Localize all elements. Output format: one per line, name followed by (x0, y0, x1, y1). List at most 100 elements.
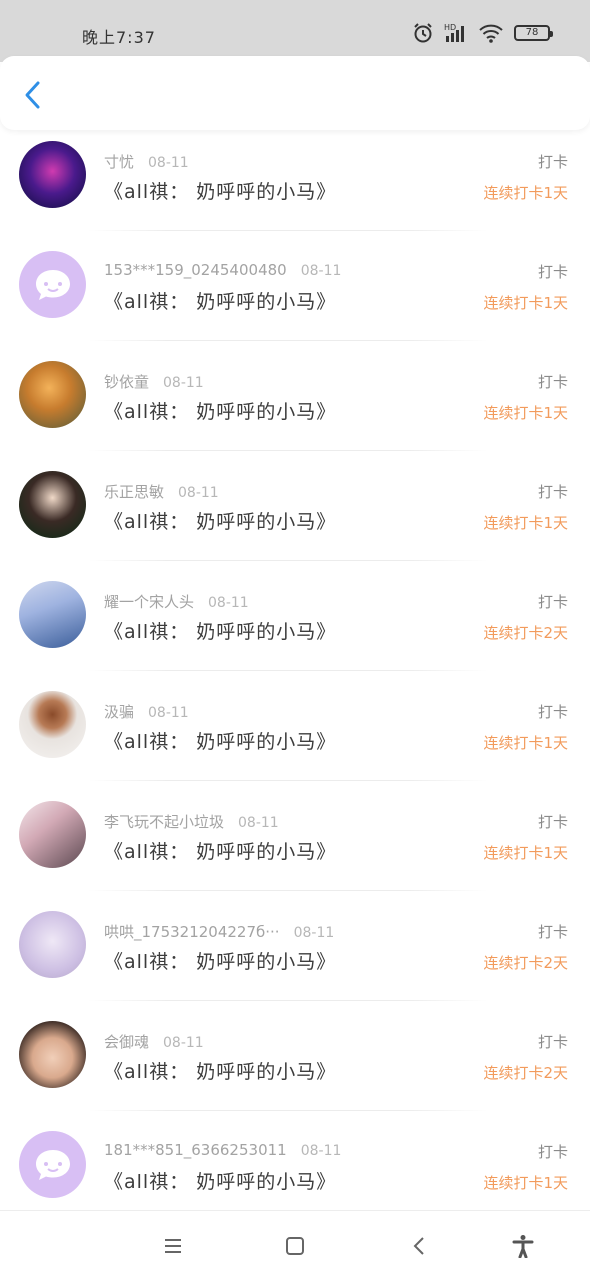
divider (88, 340, 488, 341)
username-text: 会御魂 (104, 1033, 150, 1051)
system-nav-bar (0, 1210, 590, 1280)
list-item[interactable]: 哄哄_175321204227б··· 08-11 《all祺： 奶呼呼的小马》 打卡… (0, 900, 590, 1010)
list-item[interactable]: 会御魂 08-11 《all祺： 奶呼呼的小马》 打卡连续打卡2天 (0, 1010, 590, 1120)
list-item[interactable]: 寸忧 08-11 《all祺： 奶呼呼的小马》 打卡连续打卡1天 (0, 130, 590, 240)
avatar[interactable] (19, 361, 86, 428)
header-bar (0, 56, 590, 130)
streak-badge: 连续打卡1天 (483, 844, 568, 862)
book-title[interactable]: 《all祺： 奶呼呼的小马》 (104, 287, 336, 314)
punch-date: 08-11 (163, 1035, 204, 1051)
list-item[interactable]: 153***159_0245400480 08-11 《all祺： 奶呼呼的小马》 打… (0, 240, 590, 350)
divider (88, 890, 488, 891)
username-text: 寸忧 (104, 153, 135, 171)
book-title[interactable]: 《all祺： 奶呼呼的小马》 (104, 1057, 336, 1084)
streak-badge: 连续打卡1天 (483, 734, 568, 752)
chat-bubble-icon (35, 1149, 70, 1180)
username: 乐正思敏 08-11 (104, 481, 219, 502)
book-title[interactable]: 《all祺： 奶呼呼的小马》 (104, 397, 336, 424)
punch-label: 打卡 (537, 923, 568, 941)
username-text: 李飞玩不起小垃圾 (104, 813, 225, 831)
streak-badge: 连续打卡1天 (483, 184, 568, 202)
book-title[interactable]: 《all祺： 奶呼呼的小马》 (104, 1167, 336, 1194)
book-title[interactable]: 《all祺： 奶呼呼的小马》 (104, 617, 336, 644)
list-item[interactable]: 钞依童 08-11 《all祺： 奶呼呼的小马》 打卡连续打卡1天 (0, 350, 590, 460)
username: 寸忧 08-11 (104, 151, 189, 172)
nav-back-button[interactable] (406, 1233, 432, 1259)
divider (88, 780, 488, 781)
username-text: 耀一个宋人头 (104, 593, 195, 611)
username: 会御魂 08-11 (104, 1031, 204, 1052)
punch-label: 打卡 (537, 703, 568, 721)
streak-badge: 连续打卡1天 (483, 294, 568, 312)
streak-badge: 连续打卡1天 (483, 1174, 568, 1192)
list-item[interactable]: 乐正思敏 08-11 《all祺： 奶呼呼的小马》 打卡连续打卡1天 (0, 460, 590, 570)
username-text: 哄哄_175321204227б··· (104, 923, 280, 941)
username-text: 153***159_0245400480 (104, 261, 287, 279)
list-item[interactable]: 耀一个宋人头 08-11 《all祺： 奶呼呼的小马》 打卡 连续打卡2天 (0, 570, 590, 680)
avatar[interactable] (19, 691, 86, 758)
username-text: 钞依童 (104, 373, 150, 391)
punch-label: 打卡 (537, 1033, 568, 1051)
username-text: 乐正思敏 (104, 483, 165, 501)
avatar[interactable] (19, 581, 86, 648)
avatar[interactable] (19, 471, 86, 538)
status-icons: HD 78 (412, 22, 553, 44)
menu-button[interactable] (160, 1233, 186, 1259)
streak-badge: 连续打卡1天 (483, 514, 568, 532)
list-item[interactable]: 李飞玩不起小垃圾 08-11 《all祺： 奶呼呼的小马》 打卡 连续打卡1天 (0, 790, 590, 900)
username: 李飞玩不起小垃圾 08-11 (104, 811, 279, 832)
chevron-left-icon (25, 81, 40, 109)
menu-icon (165, 1239, 181, 1253)
chat-bubble-icon (35, 269, 70, 300)
avatar[interactable] (19, 1131, 86, 1198)
username: 耀一个宋人头 08-11 (104, 591, 249, 612)
book-title[interactable]: 《all祺： 奶呼呼的小马》 (104, 507, 336, 534)
status-time: 晚上7:37 (82, 28, 156, 47)
punch-list: 寸忧 08-11 《all祺： 奶呼呼的小马》 打卡 连续打卡1天 153***159_0… (0, 130, 590, 1230)
punch-label: 打卡 (537, 373, 568, 391)
username: 汲骗 08-11 (104, 701, 189, 722)
book-title[interactable]: 《all祺： 奶呼呼的小马》 (104, 837, 336, 864)
divider (88, 1110, 488, 1111)
svg-text:HD: HD (444, 23, 456, 32)
book-title[interactable]: 《all祺： 奶呼呼的小马》 (104, 947, 336, 974)
streak-badge: 连续打卡2天 (483, 1064, 568, 1082)
battery-icon: 78 (514, 25, 553, 41)
username: 钞依童 08-11 (104, 371, 204, 392)
punch-date: 08-11 (148, 155, 189, 171)
home-icon (286, 1237, 304, 1255)
book-title[interactable]: 《all祺： 奶呼呼的小马》 (104, 727, 336, 754)
avatar[interactable] (19, 801, 86, 868)
avatar[interactable] (19, 911, 86, 978)
punch-date: 08-11 (178, 485, 219, 501)
punch-label: 打卡 (537, 483, 568, 501)
list-item[interactable]: 汲骗 08-11 《all祺： 奶呼呼的小马》 打卡连续打卡1天 (0, 680, 590, 790)
accessibility-button[interactable] (510, 1233, 536, 1259)
punch-date: 08-11 (293, 925, 335, 941)
signal-icon: HD (444, 22, 468, 44)
alarm-icon (412, 22, 434, 44)
accessibility-icon (512, 1235, 534, 1258)
back-icon (413, 1237, 424, 1255)
avatar[interactable] (19, 141, 86, 208)
punch-date: 08-11 (148, 705, 189, 721)
avatar[interactable] (19, 251, 86, 318)
punch-label: 打卡 (537, 153, 568, 171)
avatar[interactable] (19, 1021, 86, 1088)
divider (88, 230, 488, 231)
status-bar: 晚上7:37 HD 78 (0, 0, 590, 62)
punch-label: 打卡 (537, 1143, 568, 1161)
home-button[interactable] (282, 1233, 308, 1259)
punch-date: 08-11 (163, 375, 204, 391)
wifi-icon (478, 22, 504, 44)
punch-date: 08-11 (300, 263, 342, 279)
punch-date: 08-11 (300, 1143, 342, 1159)
punch-date: 08-11 (208, 595, 249, 611)
back-button[interactable] (18, 80, 48, 110)
punch-date: 08-11 (238, 815, 279, 831)
streak-badge: 连续打卡1天 (483, 404, 568, 422)
streak-badge: 连续打卡2天 (483, 624, 568, 642)
divider (88, 450, 488, 451)
book-title[interactable]: 《all祺： 奶呼呼的小马》 (104, 177, 336, 204)
username: 153***159_0245400480 08-11 (104, 261, 341, 279)
